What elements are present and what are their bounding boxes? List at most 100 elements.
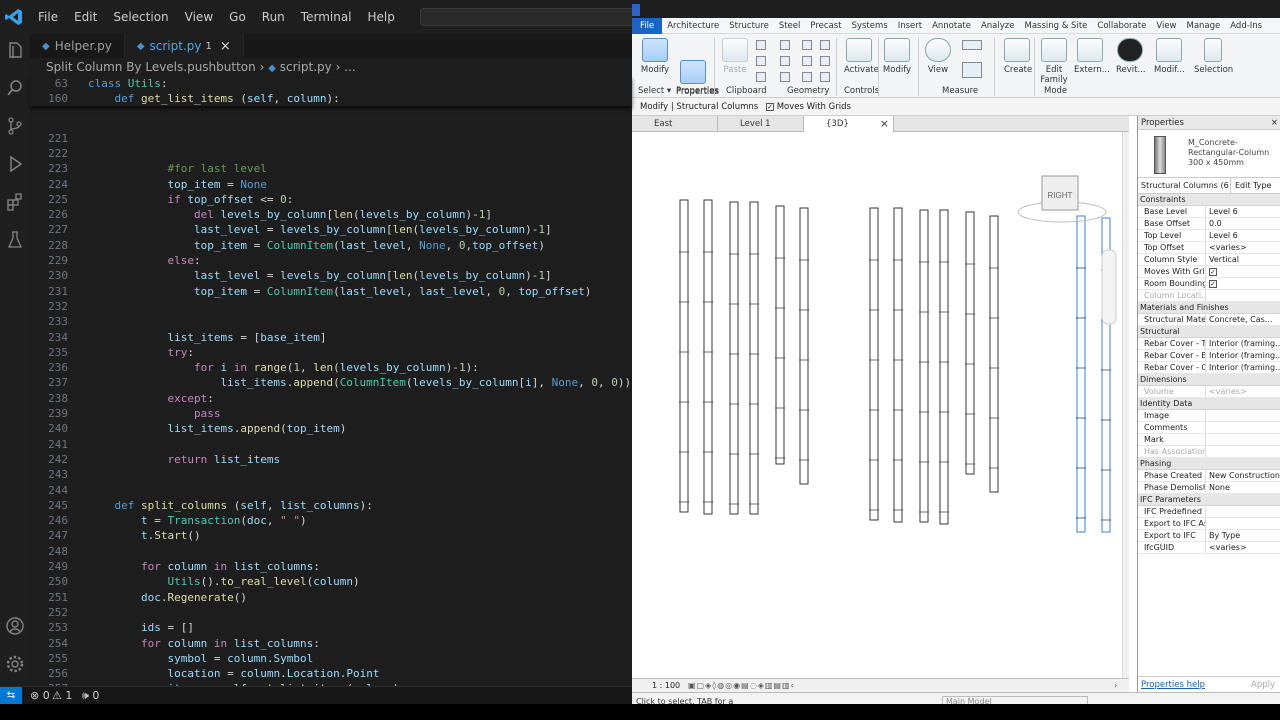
breadcrumb-folder[interactable]: Split Column By Levels.pushbutton [46,60,256,74]
paste-button[interactable]: Paste [720,38,750,75]
structural-column[interactable] [965,211,975,475]
code-line[interactable]: symbol = column.Symbol [88,652,313,665]
instance-filter-dropdown[interactable]: Structural Columns (6 [1141,181,1229,190]
view-button[interactable]: View [924,38,952,75]
code-line[interactable]: list_items.append(ColumnItem(levels_by_c… [88,376,631,389]
structural-column[interactable] [729,201,739,515]
menu-file[interactable]: File [30,10,66,24]
properties-help-link[interactable]: Properties help [1141,677,1205,693]
breadcrumb-file[interactable]: script.py [280,60,332,74]
match-icon[interactable] [756,72,766,82]
tab-helper-py[interactable]: ◆ Helper.py [30,34,125,58]
code-line[interactable]: del levels_by_column[len(levels_by_colum… [88,208,492,221]
code-line[interactable]: try: [88,346,194,359]
property-value[interactable] [1206,518,1280,529]
menu-view[interactable]: View [177,10,221,24]
property-section[interactable]: Structural [1138,326,1280,338]
ports-count[interactable]: 🕪 0 [82,689,99,703]
property-section[interactable]: Dimensions [1138,374,1280,386]
rotate-icon[interactable] [820,72,830,82]
menu-run[interactable]: Run [254,10,293,24]
remote-indicator-icon[interactable]: ⇆ [0,687,22,705]
move-icon[interactable] [820,40,830,50]
modify-button[interactable]: Modify [882,38,912,75]
structural-column[interactable] [679,199,689,513]
type-selector[interactable]: M_Concrete- Rectangular-Column 300 x 450mm [1138,130,1280,178]
quick-access-icon[interactable] [632,4,640,16]
view-tab-east[interactable]: East [632,116,718,132]
property-row[interactable]: Moves With Grids✓ [1138,266,1280,278]
property-value[interactable] [1206,506,1280,517]
ribbon-tab-add-ins[interactable]: Add-Ins [1225,21,1267,31]
property-value[interactable]: Interior (framing... [1206,338,1280,349]
selection-button[interactable]: Selection [1194,38,1233,75]
code-line[interactable]: #for last level [88,162,266,175]
property-row[interactable]: Structural Mate...Concrete, Cas... [1138,314,1280,326]
ribbon-tab-analyze[interactable]: Analyze [976,21,1020,31]
cut-icon[interactable] [756,40,766,50]
moves-with-grids-checkbox[interactable]: ✓ Moves With Grids [766,98,851,116]
ribbon-tab-view[interactable]: View [1151,21,1181,31]
ribbon-tab-manage[interactable]: Manage [1182,21,1226,31]
structural-column[interactable] [869,207,879,521]
code-line[interactable]: Utils().to_real_level(column) [88,575,359,588]
cope-icon[interactable] [780,40,790,50]
create-button[interactable]: Create [1004,38,1032,75]
ribbon-tab-steel[interactable]: Steel [774,21,806,31]
extensions-icon[interactable] [5,192,25,212]
property-row[interactable]: Mark [1138,434,1280,446]
ribbon-tab-systems[interactable]: Systems [847,21,893,31]
property-value[interactable]: By Type [1206,530,1280,541]
mirror-icon[interactable] [802,72,812,82]
code-line[interactable]: def split_columns (self, list_columns): [88,499,373,512]
errors-count[interactable]: ⊗ 0 [30,689,50,702]
code-line[interactable]: last_level = levels_by_column[len(levels… [88,269,552,282]
property-row[interactable]: Rebar Cover - O...Interior (framing... [1138,362,1280,374]
code-line[interactable]: class Utils: [88,77,168,90]
property-value[interactable] [1206,422,1280,433]
code-line[interactable]: def get_list_items (self, column): [88,92,340,105]
structural-column[interactable] [989,215,999,493]
ribbon-tab-file[interactable]: File [632,17,663,34]
property-row[interactable]: Export to IFC By Type [1138,530,1280,542]
menu-selection[interactable]: Selection [105,10,176,24]
property-row[interactable]: Image [1138,410,1280,422]
cut-geometry-icon[interactable] [780,56,790,66]
property-row[interactable]: Column Style Vertical [1138,254,1280,266]
property-value[interactable]: Interior (framing... [1206,350,1280,361]
offset-icon[interactable] [802,56,812,66]
view-tab-3d[interactable]: {3D} × [804,116,894,132]
explorer-icon[interactable] [5,40,25,60]
testing-icon[interactable] [5,230,25,250]
property-row[interactable]: IFC Predefined ... [1138,506,1280,518]
code-line[interactable]: top_item = ColumnItem(last_level, last_l… [88,285,591,298]
property-value[interactable]: New Construction [1206,470,1280,481]
code-line[interactable]: list_items = [base_item] [88,331,326,344]
view-controls-icon[interactable]: ▣▢◈◊◍◎◉▤◌◈▥▤▥‹ [688,679,795,693]
menu-go[interactable]: Go [221,10,254,24]
sticky-scroll[interactable]: 63 class Utils: 160 def get_list_items (se… [30,76,632,106]
code-line[interactable]: t.Start() [88,529,201,542]
navigation-bar[interactable] [1101,249,1117,325]
ribbon-tab-structure[interactable]: Structure [724,21,774,31]
align-icon[interactable] [802,40,812,50]
breadcrumb-tail[interactable]: › ... [336,60,356,74]
property-row[interactable]: Export to IFC As [1138,518,1280,530]
code-line[interactable]: return list_items [88,453,280,466]
property-value[interactable] [1206,290,1280,301]
structural-column[interactable] [703,199,713,515]
property-row[interactable]: Phase Demolish...None [1138,482,1280,494]
menu-edit[interactable]: Edit [66,10,105,24]
copy-icon[interactable] [756,56,766,66]
menu-help[interactable]: Help [360,10,403,24]
property-row[interactable]: Volume <varies> [1138,386,1280,398]
code-line[interactable]: except: [88,392,213,405]
ribbon-tab-collaborate[interactable]: Collaborate [1092,21,1151,31]
property-row[interactable]: Base Level Level 6 [1138,206,1280,218]
property-value[interactable]: Level 6 [1206,230,1280,241]
property-value[interactable]: <varies> [1206,542,1280,553]
property-value[interactable]: Vertical [1206,254,1280,265]
modify-tools-button[interactable]: Modif... [1154,38,1185,75]
external-tools-button[interactable]: Extern... [1074,38,1110,75]
structural-column[interactable] [1076,215,1086,533]
